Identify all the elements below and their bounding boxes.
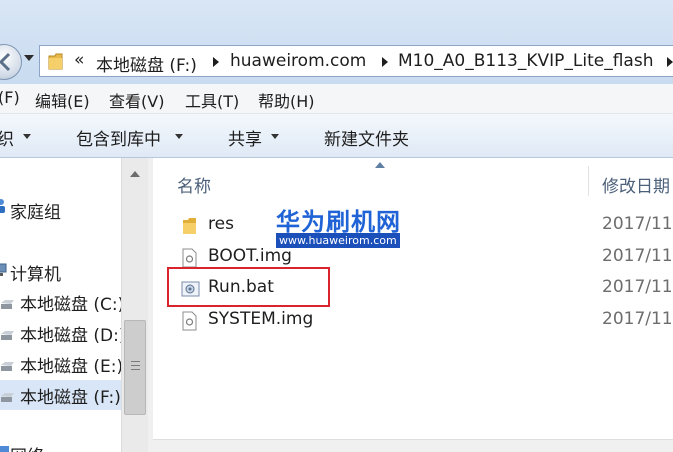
menu-help[interactable]: 帮助(H)	[258, 88, 315, 112]
sort-ascending-icon	[375, 162, 385, 168]
file-row-res[interactable]: res 2017/11	[173, 211, 673, 241]
nav-item-network[interactable]: 网络	[10, 442, 44, 452]
recent-pages-dropdown[interactable]	[24, 55, 34, 61]
highlight-box	[167, 267, 330, 307]
nav-item-homegroup[interactable]: 家庭组	[10, 198, 61, 223]
file-icon	[182, 248, 197, 268]
file-date: 2017/11	[602, 246, 673, 266]
file-date: 2017/11	[602, 214, 673, 234]
command-bar: 织 包含到库中 共享 新建文件夹	[0, 114, 673, 158]
menu-edit[interactable]: 编辑(E)	[35, 88, 90, 112]
file-name: SYSTEM.img	[208, 309, 314, 329]
breadcrumb-drive-f[interactable]: 本地磁盘 (F:)	[96, 51, 197, 76]
drive-icon	[1, 362, 14, 371]
menu-tools[interactable]: 工具(T)	[185, 88, 239, 112]
address-bar-strip: « 本地磁盘 (F:) huaweirom.com M10_A0_B113_KV…	[0, 0, 673, 84]
file-date: 2017/11	[602, 309, 673, 329]
horizontal-scrollbar[interactable]	[153, 439, 673, 452]
file-date: 2017/11	[602, 277, 673, 297]
new-folder-button[interactable]: 新建文件夹	[324, 125, 409, 150]
column-header-separator[interactable]	[588, 166, 589, 196]
nav-item-computer[interactable]: 计算机	[10, 260, 61, 285]
chevron-down-icon	[23, 134, 31, 139]
file-name: BOOT.img	[208, 246, 292, 266]
file-name: res	[208, 214, 234, 234]
file-icon	[182, 311, 197, 331]
folder-icon	[48, 53, 63, 70]
grip-line	[131, 369, 140, 370]
computer-icon	[0, 263, 7, 276]
drive-icon	[1, 393, 14, 402]
network-icon	[0, 446, 9, 452]
menu-view[interactable]: 查看(V)	[109, 88, 164, 112]
menu-bar: (F) 编辑(E) 查看(V) 工具(T) 帮助(H)	[0, 84, 673, 114]
column-header-name[interactable]: 名称	[177, 172, 211, 197]
include-in-library-button[interactable]: 包含到库中	[76, 125, 161, 150]
breadcrumb-separator[interactable]	[667, 57, 673, 67]
watermark-url: www.huaweirom.com	[276, 233, 400, 248]
breadcrumb-separator[interactable]	[213, 57, 219, 67]
column-header-modified[interactable]: 修改日期	[602, 172, 670, 197]
drive-icon	[1, 300, 14, 309]
folder-icon	[183, 218, 196, 234]
grip-line	[131, 361, 140, 362]
breadcrumb-current-folder[interactable]: M10_A0_B113_KVIP_Lite_flash	[398, 51, 653, 71]
nav-item-drive-c[interactable]: 本地磁盘 (C:)	[20, 290, 124, 315]
breadcrumb-overflow[interactable]: «	[74, 50, 84, 70]
file-row-system-img[interactable]: SYSTEM.img 2017/11	[173, 306, 673, 336]
nav-item-drive-e[interactable]: 本地磁盘 (E:)	[20, 352, 123, 377]
breadcrumb-huaweirom[interactable]: huaweirom.com	[230, 51, 366, 71]
menu-file[interactable]: (F)	[0, 88, 20, 107]
grip-line	[131, 365, 140, 366]
drive-icon	[1, 331, 14, 340]
nav-item-drive-d[interactable]: 本地磁盘 (D:)	[20, 321, 126, 346]
breadcrumb-separator[interactable]	[382, 57, 388, 67]
nav-item-drive-f[interactable]: 本地磁盘 (F:)	[20, 383, 121, 408]
chevron-down-icon	[271, 134, 279, 139]
address-bar[interactable]: « 本地磁盘 (F:) huaweirom.com M10_A0_B113_KV…	[39, 45, 673, 77]
nav-scrollbar-thumb[interactable]	[124, 320, 146, 415]
organize-button[interactable]: 织	[0, 125, 14, 150]
nav-scrollbar[interactable]	[121, 158, 148, 452]
watermark-title: 华为刷机网	[276, 208, 401, 236]
back-button[interactable]	[0, 44, 22, 80]
chevron-down-icon	[175, 134, 183, 139]
share-button[interactable]: 共享	[228, 125, 262, 150]
homegroup-icon	[0, 199, 5, 213]
back-arrow-icon	[0, 52, 11, 72]
scroll-up-arrow-icon[interactable]	[130, 171, 140, 177]
